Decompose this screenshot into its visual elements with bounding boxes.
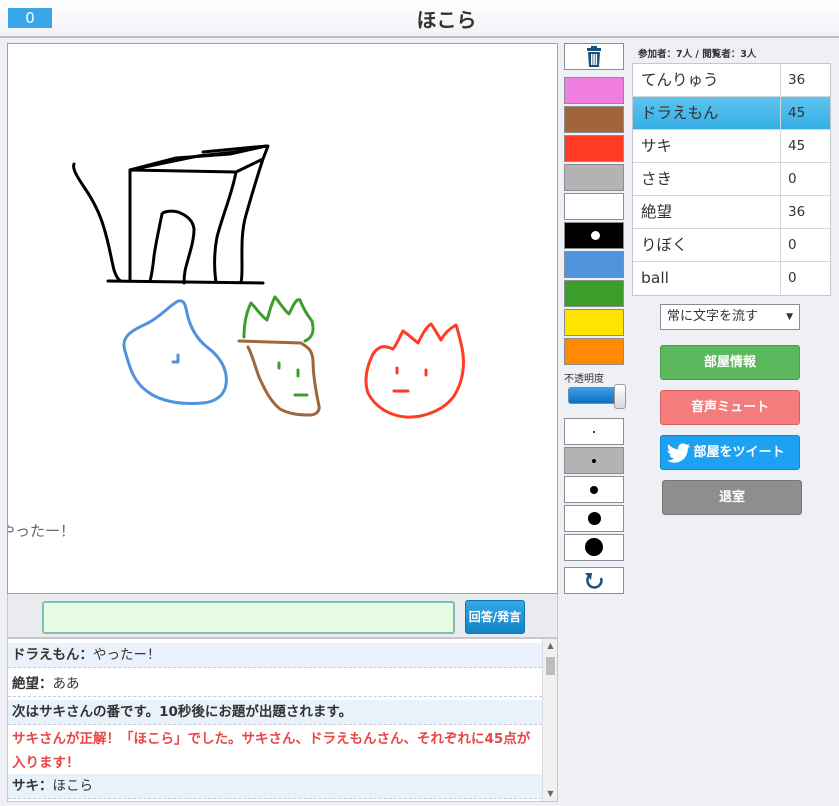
player-name: りぼく <box>641 236 688 254</box>
clear-canvas-button[interactable] <box>564 43 624 70</box>
stroke-green-leaves <box>242 295 315 343</box>
text-flow-select[interactable]: 常に文字を流す ▼ <box>660 304 800 330</box>
flowing-chat-text: やったー！ <box>7 522 76 540</box>
stroke-shrine-leg-left <box>160 209 196 285</box>
pen-size-1[interactable] <box>564 418 624 445</box>
undo-icon <box>585 573 603 589</box>
chat-message: 絶望：ああ <box>8 672 542 697</box>
chat-text: ほこら <box>52 778 94 794</box>
room-info-button[interactable]: 部屋情報 <box>660 345 800 380</box>
undo-button[interactable] <box>564 567 624 594</box>
selected-color-indicator-icon <box>591 231 600 240</box>
color-swatch-black[interactable] <box>564 222 624 249</box>
player-score: 0 <box>780 262 831 294</box>
scroll-thumb[interactable] <box>546 657 555 675</box>
player-score: 45 <box>780 97 831 129</box>
player-name: ball <box>641 269 669 287</box>
chat-log: ドラえもん：やったー！ 絶望：ああ 次はサキさんの番です。10秒後にお題が出題さ… <box>7 638 558 802</box>
drawing-canvas[interactable]: やったー！ <box>7 43 558 594</box>
player-row: ball 0 <box>633 262 830 295</box>
player-name: てんりゅう <box>641 71 719 89</box>
opacity-handle[interactable] <box>614 384 626 409</box>
color-swatch-white[interactable] <box>564 193 624 220</box>
chat-scrollbar[interactable]: ▲ ▼ <box>542 639 557 801</box>
player-name: サキ <box>641 137 673 155</box>
pen-size-4[interactable] <box>564 505 624 532</box>
opacity-track[interactable] <box>568 387 618 404</box>
scroll-up-arrow-icon[interactable]: ▲ <box>543 639 557 653</box>
answer-bar: 回答/発言 <box>7 594 558 638</box>
player-row: さき 0 <box>633 163 830 196</box>
score-table: てんりゅう 36 ドラえもん 45 サキ 45 さき 0 絶望 36 りぼく 0… <box>632 63 831 296</box>
pen-size-2[interactable] <box>564 447 624 474</box>
player-row: りぼく 0 <box>633 229 830 262</box>
stroke-shrine-base <box>106 279 265 285</box>
color-swatch-yellow[interactable] <box>564 309 624 336</box>
color-swatch-blue[interactable] <box>564 251 624 278</box>
chat-correct-message: サキさんが正解！「ほこら」でした。サキさん、ドラえもんさん、それぞれに45点が入… <box>8 727 542 775</box>
chat-message: ドラえもん：やったー！ <box>8 643 542 668</box>
tweet-room-button[interactable]: 部屋をツイート <box>660 435 800 470</box>
drawing-strokes <box>72 144 465 419</box>
stroke-shrine-leg-mid <box>148 212 164 283</box>
chat-user-name: サキ： <box>12 778 53 794</box>
answer-submit-button[interactable]: 回答/発言 <box>465 600 525 634</box>
text-flow-selected: 常に文字を流す <box>667 309 759 324</box>
chat-system-message: 次はサキさんの番です。10秒後にお題が出題されます。 <box>8 700 542 725</box>
player-score: 36 <box>780 196 831 228</box>
stroke-shrine-left <box>72 162 123 283</box>
stroke-shrine-post-a <box>213 170 238 284</box>
twitter-bird-icon <box>667 443 690 463</box>
stroke-brown-head <box>237 339 321 417</box>
pen-size-3[interactable] <box>564 476 624 503</box>
player-score: 0 <box>780 229 831 261</box>
player-score: 45 <box>780 130 831 162</box>
chat-user-name: ドラえもん： <box>12 647 93 663</box>
player-row: てんりゅう 36 <box>633 64 830 97</box>
answer-input[interactable] <box>42 601 455 634</box>
chat-text: ああ <box>52 676 80 692</box>
scroll-down-arrow-icon[interactable]: ▼ <box>543 787 557 801</box>
color-swatch-gray[interactable] <box>564 164 624 191</box>
color-swatch-brown[interactable] <box>564 106 624 133</box>
chat-text: やったー！ <box>93 647 161 663</box>
player-score: 36 <box>780 64 831 96</box>
color-swatch-orange[interactable] <box>564 338 624 365</box>
trash-icon <box>587 46 601 67</box>
leave-room-button[interactable]: 退室 <box>662 480 802 515</box>
player-score: 0 <box>780 163 831 195</box>
participant-count: 参加者：7人 / 閲覧者：3人 <box>638 49 757 60</box>
page-title: ほこら <box>416 8 477 32</box>
stroke-red-flame <box>364 322 465 419</box>
color-swatch-pink[interactable] <box>564 77 624 104</box>
color-swatch-red[interactable] <box>564 135 624 162</box>
opacity-label: 不透明度 <box>564 374 604 385</box>
stroke-green-face <box>277 361 309 397</box>
color-swatch-green[interactable] <box>564 280 624 307</box>
stroke-blue-blob <box>122 299 228 405</box>
chat-message: サキ：ほこら <box>8 774 542 799</box>
player-name: さき <box>641 170 673 188</box>
chevron-down-icon: ▼ <box>786 312 793 322</box>
stroke-shrine-post-b <box>239 157 265 284</box>
mute-button[interactable]: 音声ミュート <box>660 390 800 425</box>
player-row: サキ 45 <box>633 130 830 163</box>
opacity-slider[interactable] <box>568 384 626 409</box>
player-name: 絶望 <box>641 203 673 221</box>
header-bar: 0 ほこら <box>0 0 839 38</box>
player-row-active: ドラえもん 45 <box>633 97 830 130</box>
pen-size-5[interactable] <box>564 534 624 561</box>
player-name: ドラえもん <box>641 104 719 122</box>
stroke-blue-mark <box>171 353 180 364</box>
stroke-red-face <box>392 366 428 393</box>
tweet-room-label: 部屋をツイート <box>693 445 785 460</box>
chat-user-name: 絶望： <box>12 676 53 692</box>
player-row: 絶望 36 <box>633 196 830 229</box>
